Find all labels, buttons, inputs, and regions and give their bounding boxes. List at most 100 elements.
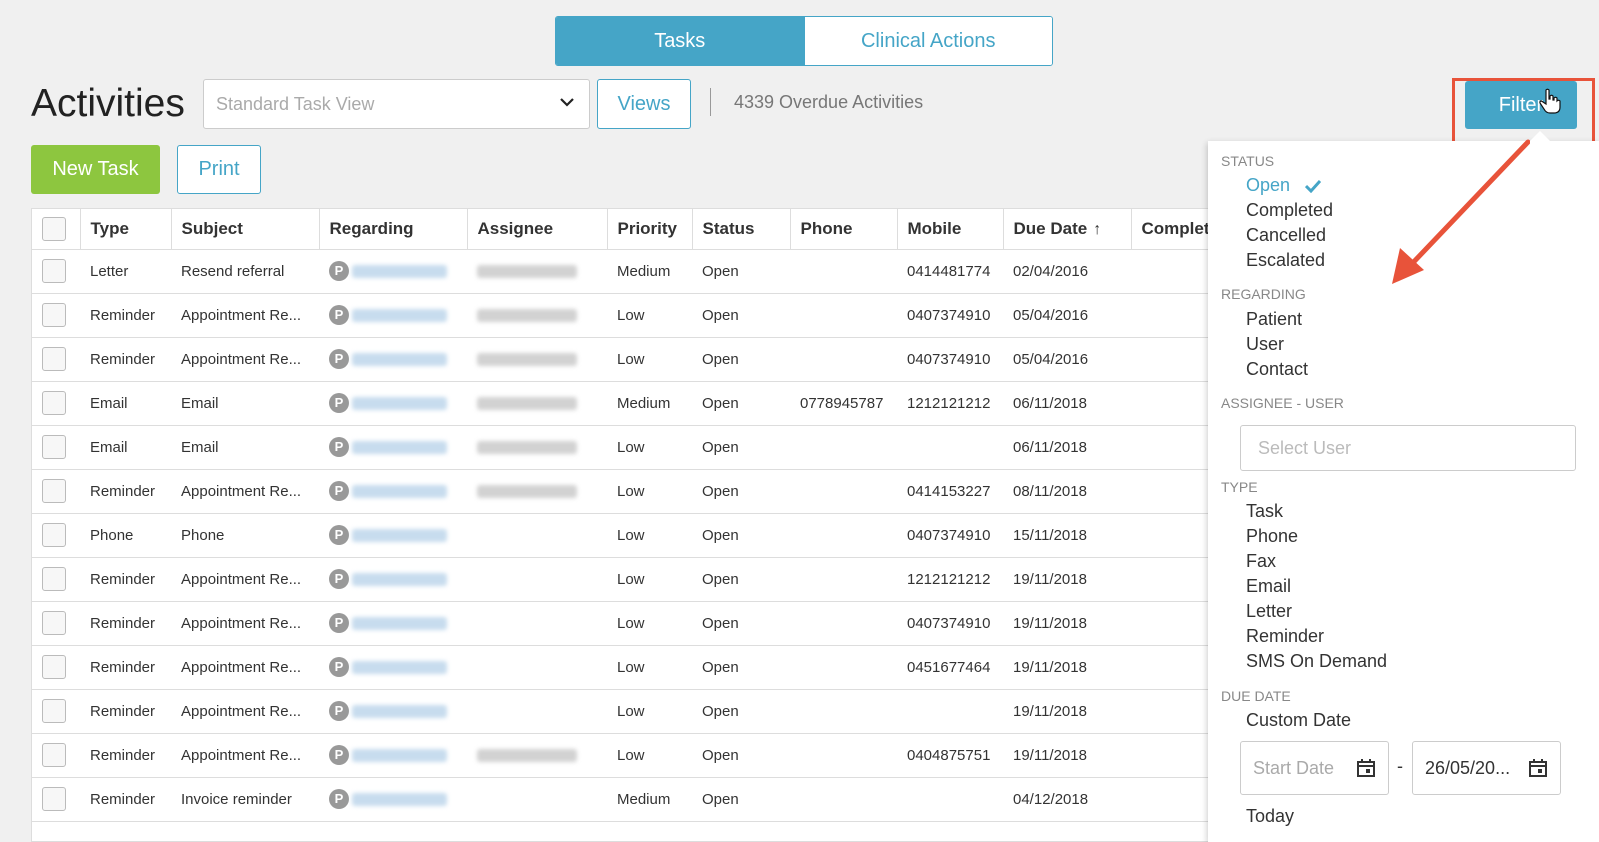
- cell-due-date: 06/11/2018: [1003, 381, 1131, 426]
- tab-clinical-actions[interactable]: Clinical Actions: [803, 17, 1052, 65]
- table-row[interactable]: Reminder Appointment Re... P Low Open 0414153…: [32, 469, 1210, 514]
- cell-due-date: 19/11/2018: [1003, 645, 1131, 690]
- cell-assignee: [467, 469, 607, 514]
- row-checkbox[interactable]: [42, 655, 66, 679]
- new-task-button[interactable]: New Task: [31, 145, 160, 194]
- col-mobile[interactable]: Mobile: [897, 209, 1004, 250]
- regarding-link-redacted[interactable]: [352, 660, 447, 674]
- type-option-email[interactable]: Email: [1246, 576, 1291, 597]
- regarding-link-redacted[interactable]: [352, 704, 447, 718]
- regarding-link-redacted[interactable]: [352, 616, 447, 630]
- due-date-option-today[interactable]: Today: [1246, 806, 1294, 827]
- cell-assignee: [467, 777, 607, 822]
- cell-mobile: 0407374910: [897, 601, 1003, 646]
- regarding-link-redacted[interactable]: [352, 572, 447, 586]
- type-option-phone[interactable]: Phone: [1246, 526, 1298, 547]
- end-date-input[interactable]: 26/05/20...: [1412, 741, 1561, 795]
- regarding-option-user[interactable]: User: [1246, 334, 1284, 355]
- regarding-link-redacted[interactable]: [352, 308, 447, 322]
- table-row[interactable]: Email Email P Medium Open 0778945787 121212121…: [32, 381, 1210, 426]
- col-type[interactable]: Type: [80, 209, 172, 250]
- select-user-input[interactable]: Select User: [1240, 425, 1576, 471]
- regarding-option-contact[interactable]: Contact: [1246, 359, 1308, 380]
- cell-subject: Appointment Re...: [171, 689, 319, 734]
- patient-badge-icon: P: [329, 569, 349, 589]
- regarding-link-redacted[interactable]: [352, 748, 447, 762]
- regarding-link-redacted[interactable]: [352, 484, 447, 498]
- status-option-cancelled[interactable]: Cancelled: [1246, 225, 1326, 246]
- cell-due-date: 19/11/2018: [1003, 733, 1131, 778]
- type-option-letter[interactable]: Letter: [1246, 601, 1292, 622]
- views-button[interactable]: Views: [597, 79, 691, 129]
- table-row[interactable]: Reminder Appointment Re... P Low Open 1212121…: [32, 557, 1210, 602]
- regarding-link-redacted[interactable]: [352, 792, 447, 806]
- table-row[interactable]: Letter Resend referral P Medium Open 04144817…: [32, 249, 1210, 294]
- row-checkbox[interactable]: [42, 567, 66, 591]
- row-checkbox[interactable]: [42, 391, 66, 415]
- table-row[interactable]: Reminder Appointment Re... P Low Open 0451677…: [32, 645, 1210, 690]
- table-row[interactable]: Reminder Appointment Re... P Low Open 0407374…: [32, 601, 1210, 646]
- cell-type: Reminder: [80, 777, 171, 822]
- table-row[interactable]: Email Email P Low Open 06/11/2018: [32, 425, 1210, 470]
- table-row[interactable]: Reminder Appointment Re... P Low Open 0407374…: [32, 293, 1210, 338]
- row-checkbox[interactable]: [42, 523, 66, 547]
- cell-regarding: P: [319, 777, 467, 822]
- table-row[interactable]: Reminder Appointment Re... P Low Open 0407374…: [32, 337, 1210, 382]
- type-option-reminder[interactable]: Reminder: [1246, 626, 1324, 647]
- cell-type: Reminder: [80, 337, 171, 382]
- col-status[interactable]: Status: [692, 209, 791, 250]
- status-option-open[interactable]: Open: [1246, 175, 1322, 196]
- col-assignee[interactable]: Assignee: [467, 209, 608, 250]
- cell-status: Open: [692, 601, 790, 646]
- row-checkbox[interactable]: [42, 303, 66, 327]
- regarding-link-redacted[interactable]: [352, 264, 447, 278]
- type-option-sms[interactable]: SMS On Demand: [1246, 651, 1387, 672]
- row-select-cell: [32, 337, 80, 382]
- start-date-input[interactable]: Start Date: [1240, 741, 1389, 795]
- col-phone[interactable]: Phone: [790, 209, 898, 250]
- col-completed[interactable]: Completed: [1131, 209, 1210, 250]
- due-date-option-custom[interactable]: Custom Date: [1246, 710, 1351, 731]
- regarding-link-redacted[interactable]: [352, 440, 447, 454]
- regarding-link-redacted[interactable]: [352, 528, 447, 542]
- regarding-option-patient[interactable]: Patient: [1246, 309, 1302, 330]
- row-checkbox[interactable]: [42, 435, 66, 459]
- cell-mobile: 0414481774: [897, 249, 1003, 294]
- cell-priority: Medium: [607, 381, 692, 426]
- cell-status: Open: [692, 733, 790, 778]
- regarding-link-redacted[interactable]: [352, 352, 447, 366]
- cell-mobile: 1212121212: [897, 381, 1003, 426]
- row-checkbox[interactable]: [42, 743, 66, 767]
- print-button[interactable]: Print: [177, 145, 261, 194]
- regarding-link-redacted[interactable]: [352, 396, 447, 410]
- table-row[interactable]: Reminder Appointment Re... P Low Open 19/11/2…: [32, 689, 1210, 734]
- tab-tasks[interactable]: Tasks: [556, 17, 804, 65]
- type-option-fax[interactable]: Fax: [1246, 551, 1276, 572]
- cell-priority: Low: [607, 601, 692, 646]
- cell-completed: [1131, 689, 1210, 734]
- status-heading: STATUS: [1221, 153, 1275, 169]
- row-checkbox[interactable]: [42, 787, 66, 811]
- col-due-date[interactable]: Due Date ↑: [1003, 209, 1132, 250]
- status-option-escalated[interactable]: Escalated: [1246, 250, 1325, 271]
- cell-phone: [790, 645, 897, 690]
- table-row[interactable]: Reminder Appointment Re... P Low Open 0404875…: [32, 733, 1210, 778]
- patient-badge-icon: P: [329, 701, 349, 721]
- table-header: Type Subject Regarding Assignee Priority…: [32, 209, 1210, 250]
- select-all-checkbox[interactable]: [42, 216, 66, 241]
- status-option-completed[interactable]: Completed: [1246, 200, 1333, 221]
- table-row[interactable]: Reminder Invoice reminder P Medium Open 04/12…: [32, 777, 1210, 822]
- row-checkbox[interactable]: [42, 611, 66, 635]
- type-option-task[interactable]: Task: [1246, 501, 1283, 522]
- col-priority[interactable]: Priority: [607, 209, 693, 250]
- row-checkbox[interactable]: [42, 259, 66, 283]
- table-row[interactable]: Phone Phone P Low Open 0407374910 15/11/2018: [32, 513, 1210, 558]
- row-checkbox[interactable]: [42, 347, 66, 371]
- task-view-select[interactable]: Standard Task View: [203, 79, 590, 129]
- col-subject[interactable]: Subject: [171, 209, 320, 250]
- col-regarding[interactable]: Regarding: [319, 209, 468, 250]
- cell-due-date: 19/11/2018: [1003, 689, 1131, 734]
- row-checkbox[interactable]: [42, 479, 66, 503]
- cell-mobile: [897, 425, 1003, 470]
- row-checkbox[interactable]: [42, 699, 66, 723]
